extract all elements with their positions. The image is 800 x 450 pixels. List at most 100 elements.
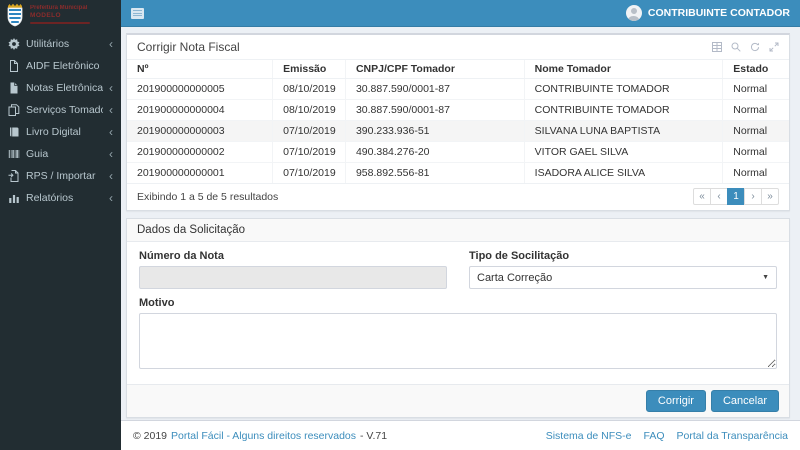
page-footer: © 2019 Portal Fácil - Alguns direitos re… — [121, 420, 800, 450]
chevron-left-icon: ‹ — [109, 104, 113, 116]
sidebar-item-utilitarios[interactable]: Utilitários‹ — [0, 33, 121, 55]
cell-estado: Normal — [723, 100, 789, 121]
content: Corrigir Nota Fiscal NºEmissãoCNPJ/CPF T… — [121, 27, 800, 420]
document-icon — [8, 60, 20, 72]
cancelar-button[interactable]: Cancelar — [711, 390, 779, 412]
sidebar-item-aidf-eletronico[interactable]: AIDF Eletrônico — [0, 55, 121, 77]
dados-da-solicitacao-panel: Dados da Solicitação Número da Nota Tipo… — [126, 218, 790, 418]
barcode-icon — [8, 148, 20, 160]
tipo-solicitacao-select[interactable]: Carta Correção ▼ — [469, 266, 777, 289]
chevron-left-icon: ‹ — [109, 148, 113, 160]
table-body: 20190000000000508/10/201930.887.590/0001… — [127, 79, 789, 184]
cell-numero: 201900000000003 — [127, 121, 273, 142]
chevron-left-icon: ‹ — [109, 192, 113, 204]
form-panel-title: Dados da Solicitação — [127, 219, 789, 242]
sidebar-item-label: Utilitários — [26, 38, 103, 50]
footer-link-sistema-de-nfs-e[interactable]: Sistema de NFS-e — [546, 430, 632, 442]
cell-nome: CONTRIBUINTE TOMADOR — [524, 100, 723, 121]
table-header-row: NºEmissãoCNPJ/CPF TomadorNome TomadorEst… — [127, 60, 789, 79]
cell-nome: ISADORA ALICE SILVA — [524, 163, 723, 184]
cell-numero: 201900000000004 — [127, 100, 273, 121]
grid-icon[interactable] — [712, 42, 722, 52]
cell-cnpj-cpf: 390.233.936-51 — [345, 121, 524, 142]
sidebar-toggle-icon[interactable] — [131, 8, 144, 19]
sidebar-item-guia[interactable]: Guia‹ — [0, 143, 121, 165]
footer-link-faq[interactable]: FAQ — [644, 430, 665, 442]
motivo-label: Motivo — [139, 297, 777, 309]
results-info-label: Exibindo 1 a 5 de 5 resultados — [137, 191, 278, 203]
cell-nome: VITOR GAEL SILVA — [524, 142, 723, 163]
municipality-logo[interactable]: Prefeitura Municipal MODELO — [0, 0, 121, 29]
cell-cnpj-cpf: 958.892.556-81 — [345, 163, 524, 184]
numero-da-nota-label: Número da Nota — [139, 250, 447, 262]
cell-cnpj-cpf: 490.384.276-20 — [345, 142, 524, 163]
pagination: «‹1›» — [693, 188, 779, 205]
cell-estado: Normal — [723, 163, 789, 184]
pagination-last-button[interactable]: » — [761, 188, 779, 205]
sidebar-item-livro-digital[interactable]: Livro Digital ‹ — [0, 121, 121, 143]
pagination-page-1-button[interactable]: 1 — [727, 188, 745, 205]
user-avatar-icon — [626, 5, 642, 21]
logo-line2: MODELO — [30, 12, 90, 20]
column-header-emissao[interactable]: Emissão — [273, 60, 346, 79]
chevron-left-icon: ‹ — [109, 82, 113, 94]
panel-header: Corrigir Nota Fiscal — [127, 35, 789, 59]
table-row[interactable]: 20190000000000508/10/201930.887.590/0001… — [127, 79, 789, 100]
cell-emissao: 08/10/2019 — [273, 100, 346, 121]
cell-nome: CONTRIBUINTE TOMADOR — [524, 79, 723, 100]
motivo-textarea[interactable] — [139, 313, 777, 369]
sidebar: Prefeitura Municipal MODELO Utilitários‹… — [0, 0, 121, 450]
cell-cnpj-cpf: 30.887.590/0001-87 — [345, 100, 524, 121]
copy-icon — [8, 104, 20, 116]
logo-tagline-bar — [30, 22, 90, 24]
main-area: CONTRIBUINTE CONTADOR Corrigir Nota Fisc… — [121, 0, 800, 450]
pagination-next-button[interactable]: › — [744, 188, 762, 205]
panel-title: Corrigir Nota Fiscal — [137, 40, 240, 54]
cell-cnpj-cpf: 30.887.590/0001-87 — [345, 79, 524, 100]
chevron-left-icon: ‹ — [109, 170, 113, 182]
sidebar-item-label: Notas Eletrônicas — [26, 82, 103, 94]
pagination-prev-button[interactable]: ‹ — [710, 188, 728, 205]
sidebar-item-servicos-tomados[interactable]: Serviços Tomados ‹ — [0, 99, 121, 121]
user-menu[interactable]: CONTRIBUINTE CONTADOR — [626, 5, 790, 21]
expand-icon[interactable] — [769, 42, 779, 52]
column-header-n[interactable]: Nº — [127, 60, 273, 79]
sidebar-item-notas-eletronicas[interactable]: Notas Eletrônicas ‹ — [0, 77, 121, 99]
table-row[interactable]: 20190000000000408/10/201930.887.590/0001… — [127, 100, 789, 121]
column-header-estado[interactable]: Estado — [723, 60, 789, 79]
footer-link-portal-da-transparencia[interactable]: Portal da Transparência — [677, 430, 788, 442]
sidebar-item-relatorios[interactable]: Relatórios ‹ — [0, 187, 121, 209]
sidebar-item-rps-importar[interactable]: RPS / Importar ‹ — [0, 165, 121, 187]
notas-table: NºEmissãoCNPJ/CPF TomadorNome TomadorEst… — [127, 59, 789, 183]
table-row[interactable]: 20190000000000107/10/2019958.892.556-81I… — [127, 163, 789, 184]
column-header-cnpj-cpf-tomador[interactable]: CNPJ/CPF Tomador — [345, 60, 524, 79]
caret-down-icon: ▼ — [762, 274, 769, 281]
form-body: Número da Nota Tipo de Socilitação Carta… — [127, 242, 789, 384]
column-header-nome-tomador[interactable]: Nome Tomador — [524, 60, 723, 79]
sidebar-item-label: Relatórios — [26, 192, 103, 204]
table-row[interactable]: 20190000000000207/10/2019490.384.276-20V… — [127, 142, 789, 163]
cell-estado: Normal — [723, 121, 789, 142]
logo-line1: Prefeitura Municipal — [30, 5, 90, 13]
file-text-icon — [8, 82, 20, 94]
sidebar-item-label: Livro Digital — [26, 126, 103, 138]
sidebar-menu: Utilitários‹AIDF EletrônicoNotas Eletrôn… — [0, 33, 121, 209]
corrigir-button[interactable]: Corrigir — [646, 390, 706, 412]
portal-facil-link[interactable]: Portal Fácil - Alguns direitos reservado… — [171, 430, 356, 442]
box-tools — [712, 42, 779, 52]
cell-numero: 201900000000005 — [127, 79, 273, 100]
sidebar-item-label: RPS / Importar — [26, 170, 103, 182]
sidebar-item-label: Serviços Tomados — [26, 104, 103, 116]
search-icon[interactable] — [731, 42, 741, 52]
chevron-left-icon: ‹ — [109, 126, 113, 138]
refresh-icon[interactable] — [750, 42, 760, 52]
city-crest-icon — [5, 3, 25, 27]
table-row[interactable]: 20190000000000307/10/2019390.233.936-51S… — [127, 121, 789, 142]
pagination-first-button[interactable]: « — [693, 188, 711, 205]
tipo-solicitacao-label: Tipo de Socilitação — [469, 250, 777, 262]
file-import-icon — [8, 170, 20, 182]
cell-numero: 201900000000002 — [127, 142, 273, 163]
form-footer: Corrigir Cancelar — [127, 384, 789, 417]
cell-emissao: 07/10/2019 — [273, 121, 346, 142]
copyright-label: © 2019 — [133, 430, 167, 442]
